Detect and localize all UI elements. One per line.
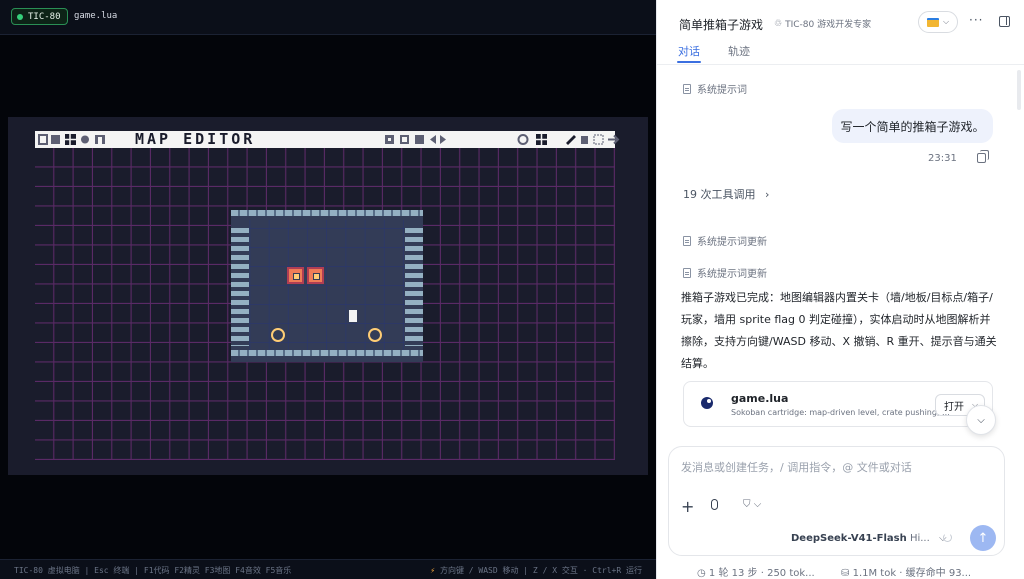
status-right-label: 方向键 / WASD 移动 | Z / X 交互 · Ctrl+R 运行: [439, 566, 642, 575]
tic80-topbar: TIC-80 game.lua: [0, 0, 656, 35]
system-update-entry[interactable]: 系统提示词更新: [683, 233, 767, 248]
system-prompt-label: 系统提示词: [697, 85, 747, 96]
wall-right: [405, 228, 423, 346]
crate: [287, 267, 304, 284]
message-input[interactable]: [681, 461, 981, 474]
run-stats-label: 1 轮 13 步 · 250 tok...: [708, 568, 815, 579]
send-button[interactable]: ↑: [970, 525, 996, 551]
more-options-icon[interactable]: ···: [969, 13, 983, 27]
workspace-folder-button[interactable]: ⌵: [918, 11, 958, 33]
wall-bottom: [231, 350, 423, 356]
chevron-down-icon: ⌵: [753, 499, 762, 510]
map-editor-title: MAP EDITOR: [135, 130, 256, 148]
token-stats: ⛁ 1.1M tok · 缓存命中 93...: [841, 564, 971, 579]
copy-icon[interactable]: [977, 150, 989, 163]
map-editor-toolbar: MAP EDITOR: [35, 130, 620, 148]
permission-icon: ⛉: [743, 499, 751, 510]
document-icon: [683, 83, 691, 94]
user-message-bubble: 写一个简单的推箱子游戏。: [832, 109, 993, 143]
file-card-description: Sokoban cartridge: map-driven level, cra…: [731, 408, 950, 417]
file-card-name: game.lua: [731, 392, 789, 405]
chat-pane: 简单推箱子游戏 ♲ TIC-80 游戏开发专家 ⌵ ··· 对话 轨迹 系统提示…: [656, 0, 1024, 579]
tic80-pane: TIC-80 game.lua MAP EDITOR TIC-80 虚拟电脑 |…: [0, 0, 656, 579]
add-icon[interactable]: +: [681, 497, 694, 516]
assistant-answer: 推箱子游戏已完成：地图编辑器内置关卡（墙/地板/目标点/箱子/玩家，墙用 spr…: [681, 291, 997, 370]
scrollbar[interactable]: [1017, 70, 1021, 110]
agent-subtitle[interactable]: ♲ TIC-80 游戏开发专家: [774, 17, 872, 31]
system-update-entry[interactable]: 系统提示词更新: [683, 265, 767, 280]
attachment-icon[interactable]: [711, 499, 718, 510]
status-right-text: ⚡ 方向键 / WASD 移动 | Z / X 交互 · Ctrl+R 运行: [430, 565, 642, 576]
editor-mode-icons[interactable]: [37, 131, 133, 148]
clock-icon: ◷: [697, 568, 706, 579]
tab-chat[interactable]: 对话: [678, 43, 700, 59]
conversation-title[interactable]: 简单推箱子游戏: [679, 16, 763, 33]
sokoban-level: [231, 210, 423, 362]
target-spot: [271, 328, 285, 342]
open-filename: game.lua: [74, 11, 118, 21]
toggle-panel-icon[interactable]: [999, 16, 1010, 27]
tool-calls-toggle[interactable]: 19 次工具调用 ›: [683, 186, 769, 202]
database-icon: ⛁: [841, 568, 850, 579]
document-icon: [683, 267, 691, 278]
document-icon: [683, 235, 691, 246]
model-suffix: Hi...: [909, 533, 930, 544]
open-file-label: 打开: [944, 401, 964, 413]
status-dot-icon: [17, 13, 23, 20]
tic80-badge: TIC-80: [11, 8, 68, 25]
chevron-down-icon: ⌵: [942, 17, 950, 26]
wall-left: [231, 228, 249, 346]
system-prompt-entry[interactable]: 系统提示词: [683, 81, 747, 96]
level-floor-grid: [249, 220, 405, 352]
target-spot: [368, 328, 382, 342]
crate: [307, 267, 324, 284]
agent-subtitle-label: TIC-80 游戏开发专家: [785, 20, 872, 30]
chevron-down-icon: ⌵: [977, 414, 985, 426]
file-card[interactable]: game.lua Sokoban cartridge: map-driven l…: [683, 381, 993, 427]
wall-top: [231, 210, 423, 216]
mode-selector[interactable]: ⛉ ⌵: [743, 499, 761, 510]
agent-icon: ♲: [774, 18, 783, 29]
folder-icon: [926, 17, 939, 27]
model-name: DeepSeek-V41-Flash: [791, 533, 907, 544]
tool-calls-label: 19 次工具调用: [683, 188, 756, 201]
lua-file-icon: [701, 397, 713, 409]
arrow-up-icon: ↑: [977, 530, 989, 546]
header-divider: [657, 64, 1024, 65]
system-update-label: 系统提示词更新: [697, 269, 767, 280]
bolt-icon: ⚡: [430, 566, 436, 575]
map-tool-icons[interactable]: [380, 131, 620, 148]
tic80-statusbar: TIC-80 虚拟电脑 | Esc 终端 | F1代码 F2精灵 F3地图 F4…: [0, 559, 656, 579]
scroll-to-bottom-button[interactable]: ⌵: [966, 405, 996, 435]
status-left-text: TIC-80 虚拟电脑 | Esc 终端 | F1代码 F2精灵 F3地图 F4…: [14, 566, 292, 575]
active-tab-indicator: [677, 61, 701, 63]
tic80-badge-label: TIC-80: [28, 11, 61, 22]
model-selector[interactable]: DeepSeek-V41-Flash Hi... ⌵: [791, 533, 947, 544]
message-composer: + ⛉ ⌵ DeepSeek-V41-Flash Hi... ⌵ ↑: [668, 446, 1005, 556]
context-usage-icon: [943, 533, 952, 542]
run-stats: ◷ 1 轮 13 步 · 250 tok...: [697, 564, 815, 579]
tab-trace[interactable]: 轨迹: [728, 43, 750, 59]
player-sprite: [349, 307, 357, 322]
system-update-label: 系统提示词更新: [697, 237, 767, 248]
chevron-right-icon: ›: [765, 188, 770, 201]
message-timestamp: 23:31: [928, 153, 957, 164]
token-stats-label: 1.1M tok · 缓存命中 93...: [852, 568, 972, 579]
